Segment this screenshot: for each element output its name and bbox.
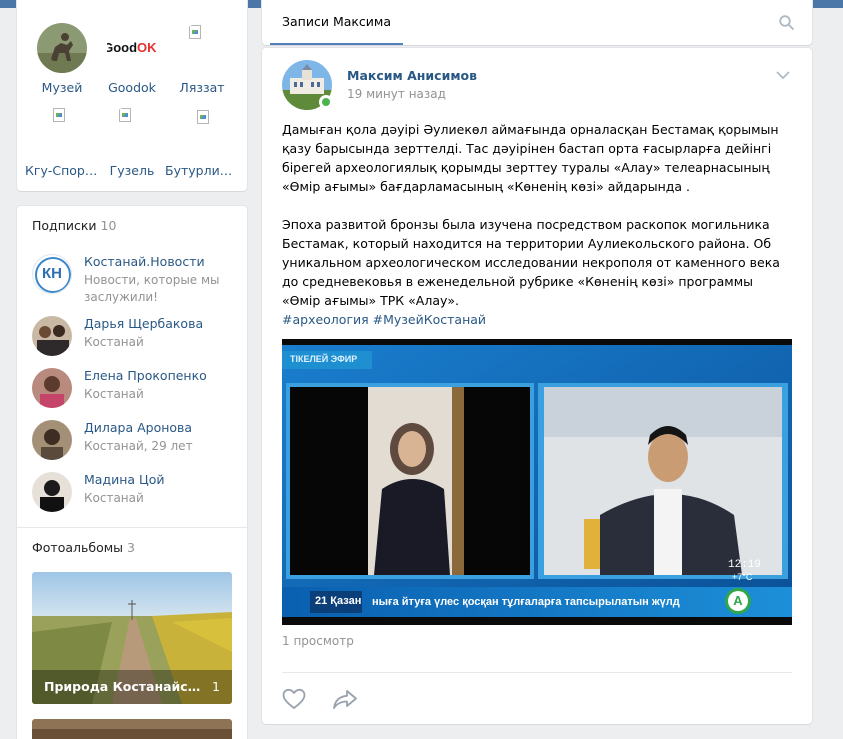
subscription-item[interactable]: Елена Прокопенко Костанай <box>32 368 242 414</box>
live-label: ТІКЕЛЕЙ ЭФИР <box>290 354 358 364</box>
community-kgu-sport[interactable]: Кгу-Спорт… <box>25 106 99 178</box>
post-video[interactable]: ТІКЕЛЕЙ ЭФИР 12:19 +7°C 21 Қазан ныға йт… <box>282 339 792 625</box>
post-text-russian: Эпоха развитой бронзы была изучена посре… <box>282 217 780 308</box>
community-guzel[interactable]: Гузель <box>95 106 169 178</box>
community-label: Кгу-Спорт… <box>25 163 99 178</box>
post-text: Дамыған қола дәуірі Әулиекөл аймағында о… <box>282 120 794 329</box>
share-icon[interactable] <box>332 688 358 710</box>
community-label: Бутурлино… <box>165 163 239 178</box>
channel-logo: A <box>733 593 743 608</box>
heart-icon[interactable] <box>282 688 306 710</box>
subscription-subtitle: Костанай <box>84 491 144 505</box>
community-goodok[interactable]: GoodOK! Goodok <box>95 23 169 95</box>
subscription-item[interactable]: Дилара Аронова Костанай, 29 лет <box>32 420 242 466</box>
album-title: Природа Костанайской о… <box>44 679 204 694</box>
wall-tabs: Записи Максима <box>262 0 812 45</box>
goodok-logo: GoodOK! <box>107 23 157 73</box>
user-avatar <box>32 368 72 408</box>
online-indicator <box>319 95 333 109</box>
post-timestamp[interactable]: 19 минут назад <box>347 87 446 101</box>
subscription-name[interactable]: Мадина Цой <box>84 472 165 487</box>
subscription-name[interactable]: Елена Прокопенко <box>84 368 207 383</box>
post-author-name[interactable]: Максим Анисимов <box>347 68 477 83</box>
wall-post: Максим Анисимов 19 минут назад Дамыған қ… <box>262 48 812 724</box>
albums-count: 3 <box>127 540 135 555</box>
subscription-name[interactable]: Дилара Аронова <box>84 420 192 435</box>
communities-block: Музей GoodOK! Goodok Ляззат Кгу-Спорт… Г… <box>17 0 247 191</box>
user-avatar <box>32 316 72 356</box>
subscription-name[interactable]: Костанай.Новости <box>84 254 205 269</box>
broken-image-icon <box>189 25 203 39</box>
community-label: Goodok <box>108 80 156 95</box>
ticker-date: 21 Қазан <box>315 595 362 607</box>
post-hashtags[interactable]: #археология #МузейКостанай <box>282 310 794 329</box>
tab-user-posts[interactable]: Записи Максима <box>270 0 404 45</box>
community-lyazzat[interactable]: Ляззат <box>165 23 239 95</box>
community-buturlino[interactable]: Бутурлино… <box>165 106 239 178</box>
post-divider <box>282 672 792 673</box>
kostanay-news-logo: КН <box>32 254 72 294</box>
community-label: Ляззат <box>179 80 225 95</box>
album-thumbnail[interactable] <box>32 719 232 739</box>
album-thumbnail[interactable]: Природа Костанайской о… 1 <box>32 572 232 704</box>
broken-image-icon <box>53 108 67 122</box>
block-divider <box>17 527 247 528</box>
community-label: Гузель <box>109 163 155 178</box>
goodok-logo-text: GoodOK! <box>107 40 157 55</box>
subscriptions-header[interactable]: Подписки 10 <box>32 218 116 233</box>
broken-image-icon <box>119 108 133 122</box>
user-avatar <box>32 472 72 512</box>
museum-avatar <box>37 23 87 73</box>
broken-image-icon <box>197 110 211 124</box>
video-clock: 12:19 <box>728 559 762 571</box>
community-label: Музей <box>41 80 83 95</box>
albums-header[interactable]: Фотоальбомы 3 <box>32 540 135 555</box>
subscriptions-count: 10 <box>100 218 117 233</box>
album-photo-count: 1 <box>212 679 220 694</box>
subscription-subtitle: Костанай <box>84 387 144 401</box>
subscriptions-block: Подписки 10 КН Костанай.Новости Новости, … <box>17 206 247 739</box>
chevron-down-icon[interactable] <box>776 70 790 80</box>
user-avatar <box>32 420 72 460</box>
community-museum[interactable]: Музей <box>25 23 99 95</box>
subscription-subtitle: Костанай <box>84 335 144 349</box>
ticker-text: ныға йтуға үлес қосқан тұлғаларға тапсыр… <box>372 596 680 608</box>
subscription-item[interactable]: Мадина Цой Костанай <box>32 472 242 518</box>
subscription-item[interactable]: Дарья Щербакова Костанай <box>32 316 242 362</box>
subscription-item[interactable]: КН Костанай.Новости Новости, которые мы … <box>32 254 242 304</box>
post-text-kazakh: Дамыған қола дәуірі Әулиекөл аймағында о… <box>282 122 779 194</box>
subscription-subtitle: Костанай, 29 лет <box>84 439 193 453</box>
kostanay-news-logo-text: КН <box>42 265 62 282</box>
subscription-name[interactable]: Дарья Щербакова <box>84 316 203 331</box>
subscription-subtitle: Новости, которые мы заслужили! <box>84 273 220 304</box>
video-temperature: +7°C <box>732 572 753 582</box>
search-icon[interactable] <box>779 15 794 30</box>
post-views: 1 просмотр <box>282 634 354 648</box>
